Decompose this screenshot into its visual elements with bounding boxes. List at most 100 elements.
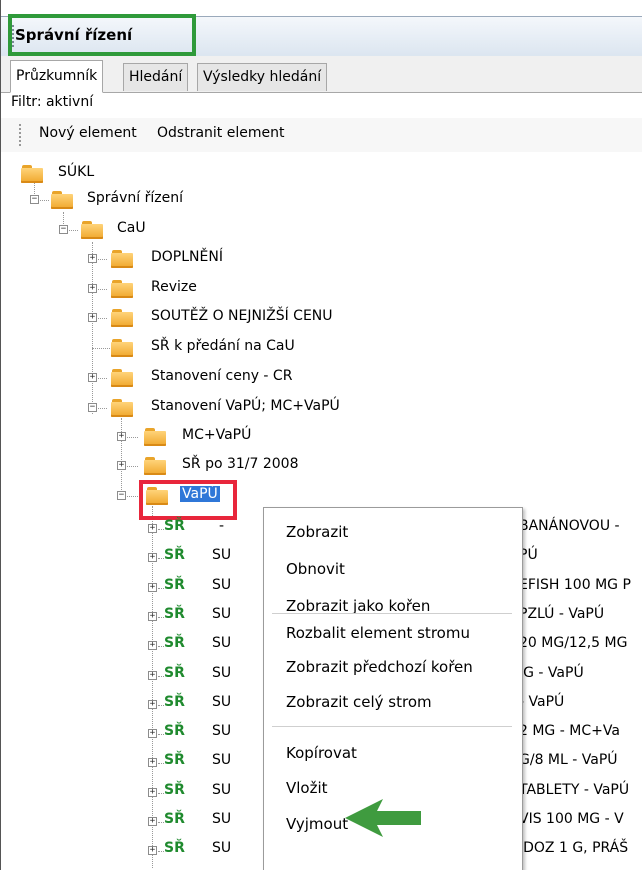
tree-connector [127,496,138,497]
tree-connector [98,259,107,260]
tree-connector [98,289,107,290]
tab-hledani[interactable]: Hledání [123,63,189,91]
tree-connector [121,418,122,496]
sr-item-name-tail: BANÁNOVOU - [519,518,620,534]
sr-record-icon: SŘ [164,576,185,593]
tree-node-doplneni[interactable]: DOPLNĚNÍ [151,249,223,265]
sr-item-name-tail: 2 MG - MC+Va [519,723,620,740]
expand-plus-icon[interactable]: + [117,461,126,470]
expand-plus-icon[interactable]: + [88,313,97,322]
expand-plus-icon[interactable]: + [88,254,97,263]
sr-record-icon: SŘ [164,693,185,710]
tree-node-soutez[interactable]: SOUTĚŽ O NEJNIŽŠÍ CENU [151,308,333,324]
new-element-button[interactable]: Nový element [39,125,137,141]
tree-node-mc-vapu[interactable]: MC+VaPÚ [182,427,251,443]
sr-item-label[interactable]: SU [212,635,231,651]
menu-item-kopirovat[interactable]: Kopírovat [286,744,357,762]
sr-item-label[interactable]: SU [212,811,231,827]
sr-record-icon: SŘ [164,811,185,827]
menu-item-cely-strom[interactable]: Zobrazit celý strom [286,693,432,711]
collapse-minus-icon[interactable]: − [30,195,39,204]
expand-plus-icon[interactable]: + [148,787,157,797]
tree-connector [98,318,107,319]
tree-node-cau[interactable]: CaU [117,220,146,236]
folder-icon [81,221,103,239]
sr-item-name-tail: IG - VaPÚ [519,664,584,681]
delete-element-button[interactable]: Odstranit element [157,125,284,141]
tree-node-spravni-rizeni[interactable]: Správní řízení [87,190,183,206]
menu-item-vyjmout[interactable]: Vyjmout [286,815,348,833]
collapse-minus-icon[interactable]: − [117,491,126,500]
expand-plus-icon[interactable]: + [148,846,157,856]
menu-separator [272,726,512,727]
expand-plus-icon[interactable]: + [148,758,157,768]
sr-item-label[interactable]: SU [212,782,231,798]
folder-icon [111,339,133,357]
arrow-pointer [345,799,421,837]
tree-node-sukl[interactable]: SÚKL [58,164,94,180]
tree-node-stanoveni-vapu[interactable]: Stanovení VaPÚ; MC+VaPÚ [151,398,340,414]
sr-item-label[interactable]: SU [212,752,231,768]
toolbar-grip-icon[interactable] [19,124,21,146]
expand-plus-icon[interactable]: + [88,284,97,293]
menu-item-obnovit[interactable]: Obnovit [286,560,345,578]
sr-item-label[interactable]: SU [212,723,231,739]
expand-plus-icon[interactable]: + [148,670,157,680]
sr-record-icon: SŘ [164,723,185,740]
menu-item-vlozit[interactable]: Vložit [286,779,328,797]
tab-vysledky-hledani[interactable]: Výsledky hledání [197,63,328,91]
toolbar: Nový element Odstranit element [1,118,642,152]
sr-item-label[interactable]: - [219,518,224,534]
sr-record-icon: SŘ [164,840,185,857]
sr-item-label[interactable]: SU [212,547,231,563]
sr-record-icon: SŘ [164,635,185,652]
menu-item-predchozi-koren[interactable]: Zobrazit předchozí kořen [286,658,473,676]
tree-connector [127,466,138,467]
sr-item-label[interactable]: SU [212,577,231,593]
tree-node-stanoveni-ceny[interactable]: Stanovení ceny - CR [151,368,292,384]
expand-plus-icon[interactable]: + [148,553,157,563]
sr-item-label[interactable]: SU [212,665,231,681]
tree-connector [98,408,107,409]
tree-connector [92,242,93,414]
expand-plus-icon[interactable]: + [148,729,157,739]
tree-connector [69,230,78,231]
menu-item-zobrazit[interactable]: Zobrazit [286,523,348,541]
folder-icon [111,369,133,387]
expand-plus-icon[interactable]: + [148,699,157,709]
expand-plus-icon[interactable]: + [148,641,157,651]
tree-connector [127,437,138,438]
tree-connector [98,378,107,379]
expand-plus-icon[interactable]: + [148,817,157,826]
expand-plus-icon[interactable]: + [148,524,157,533]
folder-icon [111,399,133,417]
sr-item-label[interactable]: SU [212,606,231,622]
expand-plus-icon[interactable]: + [88,373,97,382]
menu-item-rozbalit[interactable]: Rozbalit element stromu [286,624,470,642]
collapse-minus-icon[interactable]: − [59,225,68,234]
sr-item-name-tail: 20 MG/12,5 MG [519,635,628,652]
tree-node-sr-po-2008[interactable]: SŘ po 31/7 2008 [182,456,298,472]
sr-record-icon: SŘ [164,664,185,681]
sr-record-icon: SŘ [164,605,185,622]
collapse-minus-icon[interactable]: − [88,403,97,412]
expand-plus-icon[interactable]: + [148,611,157,621]
expand-plus-icon[interactable]: + [148,582,157,592]
sr-item-label[interactable]: SU [212,840,231,856]
filter-status: Filtr: aktivní [11,94,94,110]
explorer-panel: Správní řízení Průzkumník Hledání Výsled… [0,0,642,870]
sr-item-name-tail: PZLÚ - VaPÚ [519,605,605,622]
sr-record-icon: SŘ [164,518,185,534]
sr-item-name-tail: EFISH 100 MG P [519,576,631,593]
tree-node-sr-k-predani[interactable]: SŘ k předání na CaU [151,338,295,354]
tab-pruzkumnik[interactable]: Průzkumník [10,60,104,93]
tree-node-revize[interactable]: Revize [151,279,197,295]
menu-separator [272,613,512,614]
expand-plus-icon[interactable]: + [117,432,126,441]
sr-item-label[interactable]: SU [212,694,231,710]
folder-icon [21,165,43,183]
folder-icon [144,428,166,446]
sr-item-name-tail: - VaPÚ [519,693,565,710]
folder-icon [51,191,73,209]
folder-icon [111,280,133,298]
